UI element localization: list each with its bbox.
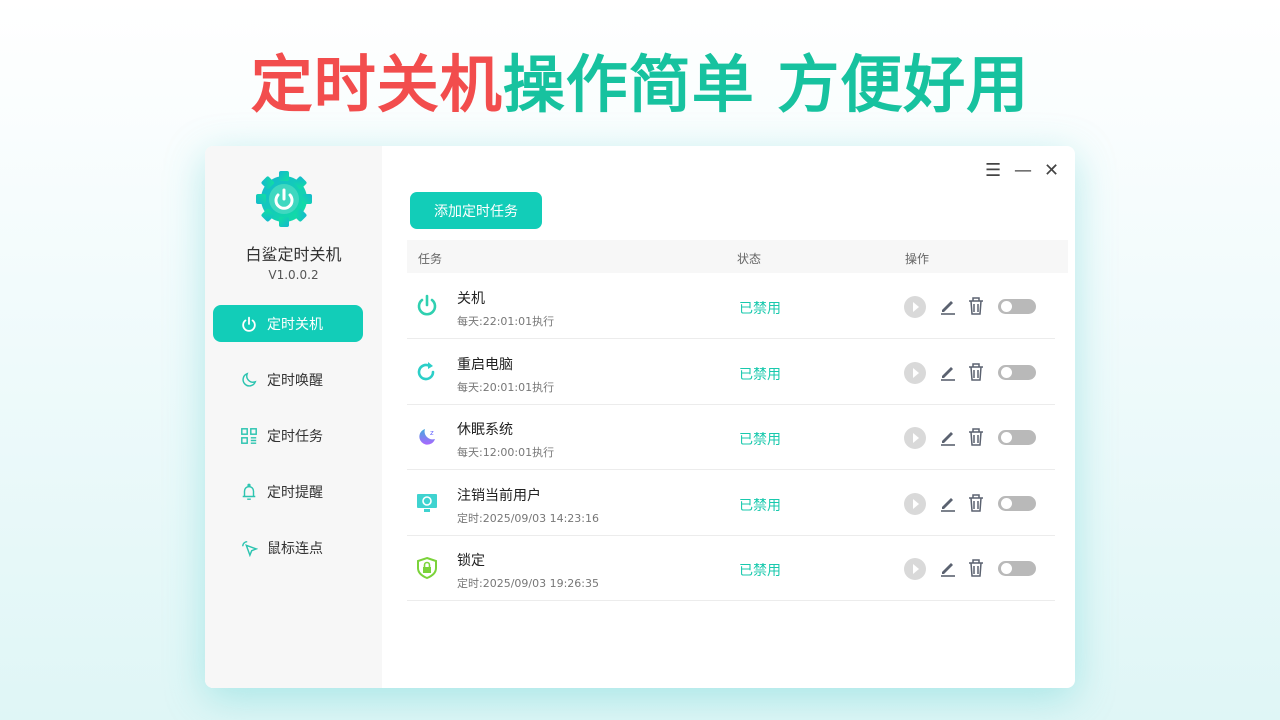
- app-name: 白鲨定时关机: [245, 245, 342, 264]
- headline-green: 操作简单 方便好用: [502, 48, 1030, 121]
- task-schedule: 每天:20:01:01执行: [457, 380, 555, 394]
- sidebar-item-shutdown[interactable]: 定时关机: [213, 305, 363, 342]
- enable-toggle[interactable]: [998, 299, 1036, 314]
- header-actions: 操作: [905, 252, 930, 266]
- sidebar-item-autoclick[interactable]: 鼠标连点: [213, 529, 363, 566]
- trash-icon[interactable]: [967, 492, 985, 514]
- table-row: 关机 每天:22:01:01执行 已禁用: [407, 274, 1055, 339]
- task-schedule: 每天:22:01:01执行: [457, 315, 555, 328]
- sidebar-item-label: 定时任务: [267, 428, 323, 445]
- enable-toggle[interactable]: [998, 561, 1036, 576]
- edit-icon[interactable]: [938, 426, 958, 448]
- sidebar-item-label: 鼠标连点: [267, 540, 323, 557]
- trash-icon[interactable]: [967, 361, 985, 383]
- status-badge: 已禁用: [739, 366, 781, 383]
- table-row: 锁定 定时:2025/09/03 19:26:35 已禁用: [407, 536, 1055, 601]
- sidebar-item-label: 定时提醒: [267, 484, 323, 501]
- task-schedule: 定时:2025/09/03 19:26:35: [457, 577, 600, 590]
- trash-icon[interactable]: [967, 295, 985, 317]
- edit-icon[interactable]: [938, 361, 958, 383]
- sidebar-item-wake[interactable]: 定时唤醒: [213, 361, 363, 398]
- bell-icon: [242, 483, 256, 500]
- play-icon[interactable]: [903, 295, 927, 319]
- table-row: z 休眠系统 每天:12:00:01执行 已禁用: [407, 405, 1055, 470]
- lock-shield-icon: [417, 556, 437, 580]
- task-schedule: 定时:2025/09/03 14:23:16: [457, 511, 600, 525]
- logout-monitor-icon: [417, 493, 437, 512]
- app-window: 白鲨定时关机 V1.0.0.2 定时关机 定时唤醒 定时任务 定时提醒 鼠标连点…: [205, 146, 1075, 688]
- sidebar-item-label: 定时唤醒: [267, 372, 323, 389]
- table-row: 重启电脑 每天:20:01:01执行 已禁用: [407, 340, 1055, 405]
- header-status: 状态: [737, 252, 762, 266]
- sidebar-item-label: 定时关机: [267, 316, 323, 333]
- trash-icon[interactable]: [967, 557, 985, 579]
- edit-icon[interactable]: [938, 295, 958, 317]
- grid-list-icon: [241, 427, 257, 444]
- power-icon: [242, 316, 256, 332]
- task-name: 注销当前用户: [457, 487, 541, 504]
- sleep-moon-icon: z: [419, 429, 435, 445]
- restart-icon: [417, 361, 435, 380]
- close-icon[interactable]: ✕: [1044, 160, 1059, 181]
- play-icon[interactable]: [903, 361, 927, 385]
- sidebar-item-tasks[interactable]: 定时任务: [213, 417, 363, 454]
- task-name: 锁定: [457, 553, 485, 569]
- play-icon[interactable]: [903, 426, 927, 450]
- task-name: 休眠系统: [457, 422, 513, 438]
- headline-red: 定时关机: [250, 48, 503, 121]
- enable-toggle[interactable]: [998, 495, 1036, 511]
- sidebar-item-reminder[interactable]: 定时提醒: [213, 473, 363, 510]
- task-schedule: 每天:12:00:01执行: [457, 446, 555, 459]
- cursor-click-icon: [241, 540, 258, 557]
- power-icon: [417, 294, 437, 316]
- table-header: 任务 状态 操作: [407, 240, 1068, 273]
- task-name: 重启电脑: [457, 356, 513, 373]
- edit-icon[interactable]: [938, 492, 958, 514]
- status-badge: 已禁用: [739, 497, 781, 514]
- sidebar: 白鲨定时关机 V1.0.0.2 定时关机 定时唤醒 定时任务 定时提醒 鼠标连点: [205, 146, 382, 688]
- menu-icon[interactable]: ☰: [985, 160, 1001, 181]
- status-badge: 已禁用: [739, 301, 781, 317]
- play-icon[interactable]: [903, 492, 927, 516]
- trash-icon[interactable]: [967, 426, 985, 448]
- enable-toggle[interactable]: [998, 430, 1036, 445]
- svg-text:z: z: [430, 429, 434, 437]
- task-name: 关机: [457, 291, 485, 307]
- add-task-button[interactable]: 添加定时任务: [410, 192, 542, 229]
- edit-icon[interactable]: [938, 557, 958, 579]
- moon-icon: [242, 371, 257, 387]
- status-badge: 已禁用: [739, 563, 781, 579]
- app-logo-icon: [256, 171, 312, 227]
- promo-headline: 定时关机操作简单 方便好用: [0, 34, 1280, 124]
- play-icon[interactable]: [903, 557, 927, 581]
- header-task: 任务: [418, 252, 443, 266]
- enable-toggle[interactable]: [998, 364, 1036, 380]
- minimize-icon[interactable]: —: [1014, 160, 1032, 181]
- table-row: 注销当前用户 定时:2025/09/03 14:23:16 已禁用: [407, 471, 1055, 536]
- app-version: V1.0.0.2: [268, 268, 319, 282]
- status-badge: 已禁用: [739, 432, 781, 448]
